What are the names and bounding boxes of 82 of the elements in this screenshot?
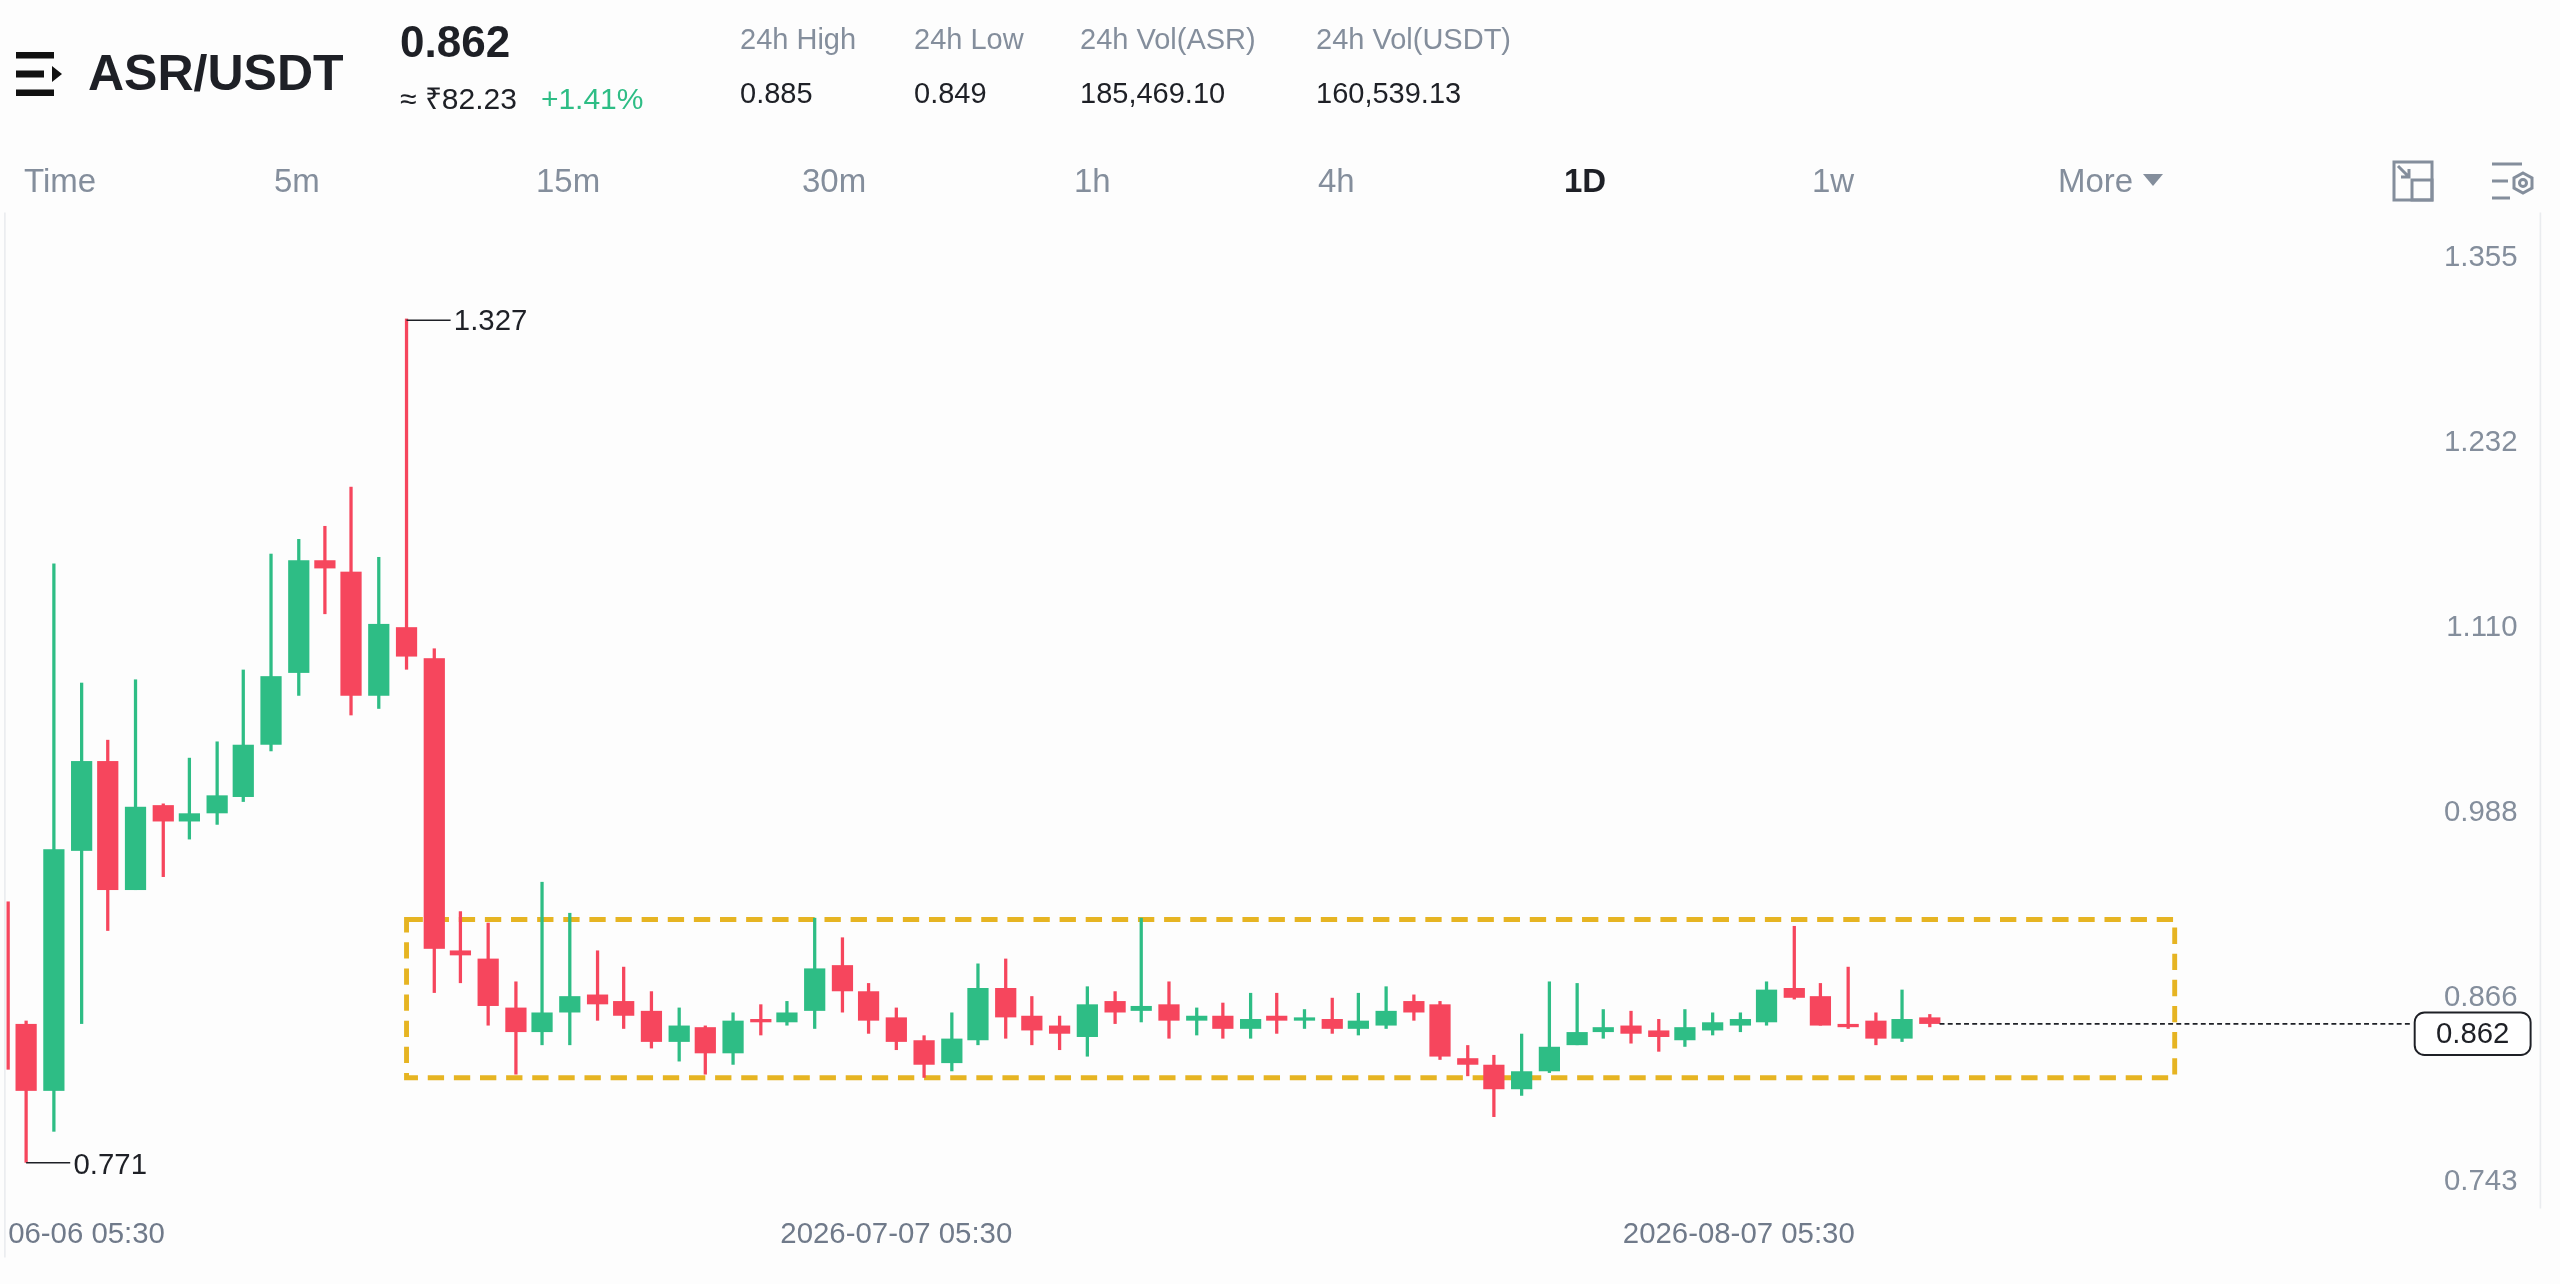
candle [941, 1012, 963, 1072]
stat-value: 160,539.13 [1316, 75, 1463, 111]
candle [1648, 1019, 1670, 1052]
candle [1702, 1012, 1724, 1036]
candle [1755, 981, 1778, 1026]
interval-tab[interactable]: 1h [1074, 156, 1111, 206]
interval-tab[interactable]: 1D [1564, 156, 1607, 206]
price-change: +1.41% [540, 81, 644, 117]
candle [668, 1007, 690, 1062]
candle [1566, 983, 1588, 1046]
interval-tab[interactable]: 5m [274, 156, 320, 206]
range-rectangle[interactable] [404, 916, 2178, 1081]
candle [1375, 986, 1397, 1029]
candle [1104, 991, 1126, 1024]
stat-value: 185,469.10 [1080, 75, 1227, 111]
candle [694, 1025, 716, 1075]
x-axis-label: 2026-08-07 05:30 [1622, 1215, 1855, 1249]
candle [776, 1001, 798, 1026]
y-axis-label: 1.110 [2446, 609, 2518, 642]
candle [1049, 1015, 1071, 1051]
candle [1592, 1009, 1614, 1039]
stat-value: 0.885 [740, 75, 814, 111]
interval-tab[interactable]: 1w [1812, 156, 1855, 206]
settings-icon[interactable] [2492, 161, 2536, 201]
fiat-price: ≈ ₹82.23 [400, 81, 517, 117]
caret-icon [2143, 174, 2164, 188]
candle [1891, 989, 1913, 1042]
interval-tab[interactable]: Time [24, 156, 97, 206]
stat-label: 24h High [740, 22, 858, 57]
candle [1403, 994, 1425, 1021]
leader-line [405, 319, 452, 322]
candle [722, 1012, 744, 1065]
candle [1511, 1033, 1533, 1096]
candle [1266, 992, 1288, 1034]
candle [1457, 1045, 1479, 1077]
stat-label: 24h Low [914, 22, 1025, 57]
low-price-marker: 0.771 [73, 1147, 147, 1181]
y-axis-label: 0.988 [2444, 793, 2518, 827]
candle [913, 1035, 935, 1078]
stat-value: 0.849 [914, 75, 988, 111]
y-axis-label: 1.232 [2444, 424, 2518, 458]
candle [1919, 1014, 1941, 1028]
candle [1674, 1009, 1696, 1047]
candle [586, 950, 609, 1021]
candle [1158, 981, 1180, 1039]
candle [1321, 997, 1343, 1034]
last-price: 0.862 [400, 16, 512, 68]
candle [1186, 1007, 1208, 1036]
x-axis-label: 06-06 05:30 [8, 1215, 165, 1249]
candle [857, 983, 880, 1034]
candle [750, 1004, 772, 1036]
x-axis-label: 2026-07-07 05:30 [780, 1215, 1013, 1249]
y-axis-label: 0.866 [2444, 978, 2518, 1012]
candle [1347, 992, 1369, 1036]
candle [1076, 986, 1098, 1057]
candle [1212, 1002, 1234, 1039]
candle [1240, 992, 1262, 1039]
last-price-tag: 0.862 [2413, 1011, 2532, 1056]
candle [1293, 1009, 1316, 1029]
candle [1483, 1054, 1505, 1117]
expand-icon[interactable] [2392, 160, 2434, 202]
candle [640, 991, 663, 1049]
trading-pair: ASR/USDT [88, 44, 344, 103]
candle [1021, 996, 1043, 1046]
y-axis-label: 0.743 [2444, 1163, 2518, 1197]
candle [1729, 1012, 1751, 1033]
candle [1865, 1012, 1887, 1046]
candle [1809, 983, 1831, 1026]
high-price-marker: 1.327 [453, 303, 528, 337]
candle [1429, 1001, 1451, 1060]
candle [1837, 966, 1859, 1029]
leader-line [25, 1161, 71, 1164]
stat-label: 24h Vol(USDT) [1316, 22, 1512, 57]
interval-tab[interactable]: More [2058, 156, 2164, 206]
candle [613, 966, 635, 1029]
stat-label: 24h Vol(ASR) [1080, 22, 1257, 57]
candle [1620, 1010, 1642, 1044]
candle [885, 1007, 907, 1051]
interval-tab[interactable]: 4h [1318, 156, 1355, 206]
y-axis-label: 1.355 [2444, 239, 2518, 273]
interval-tab[interactable]: 15m [536, 156, 601, 206]
interval-tab[interactable]: 30m [802, 156, 867, 206]
